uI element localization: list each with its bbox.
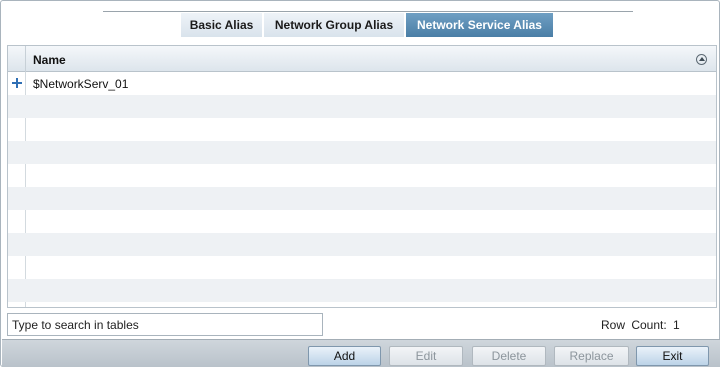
table-row-empty: [8, 256, 716, 279]
alias-table: Name $NetworkServ_01: [7, 45, 717, 308]
header-gutter: [8, 46, 26, 72]
row-count-value: 1: [673, 318, 680, 332]
table-row-empty: [8, 233, 716, 256]
table-row-empty: [8, 210, 716, 233]
column-header-name[interactable]: Name: [33, 53, 66, 67]
add-button[interactable]: Add: [308, 346, 381, 366]
alias-panel: Basic Alias Network Group Alias Network …: [0, 0, 720, 367]
table-search-input[interactable]: [7, 313, 323, 336]
edit-button[interactable]: Edit: [389, 346, 463, 366]
table-row-empty: [8, 164, 716, 187]
cell-name: $NetworkServ_01: [33, 77, 129, 91]
row-count: Row Count: 1: [601, 318, 680, 332]
delete-button[interactable]: Delete: [472, 346, 546, 366]
table-row-empty: [8, 187, 716, 210]
tab-network-group-alias[interactable]: Network Group Alias: [264, 13, 405, 37]
column-menu-icon[interactable]: [696, 54, 707, 65]
table-row[interactable]: $NetworkServ_01: [8, 72, 716, 95]
row-count-label: Row Count:: [601, 318, 667, 332]
action-bar: Add Edit Delete Replace Exit: [2, 339, 720, 367]
expand-plus-icon[interactable]: [12, 78, 22, 88]
replace-button[interactable]: Replace: [554, 346, 629, 366]
table-row-empty: [8, 118, 716, 141]
tab-bar-divider: [103, 11, 633, 12]
exit-button[interactable]: Exit: [636, 346, 709, 366]
table-row-empty: [8, 95, 716, 118]
table-row-empty: [8, 279, 716, 302]
table-row-empty: [8, 141, 716, 164]
tab-network-service-alias[interactable]: Network Service Alias: [406, 13, 554, 37]
tab-basic-alias[interactable]: Basic Alias: [181, 13, 263, 37]
table-header: Name: [8, 46, 716, 72]
